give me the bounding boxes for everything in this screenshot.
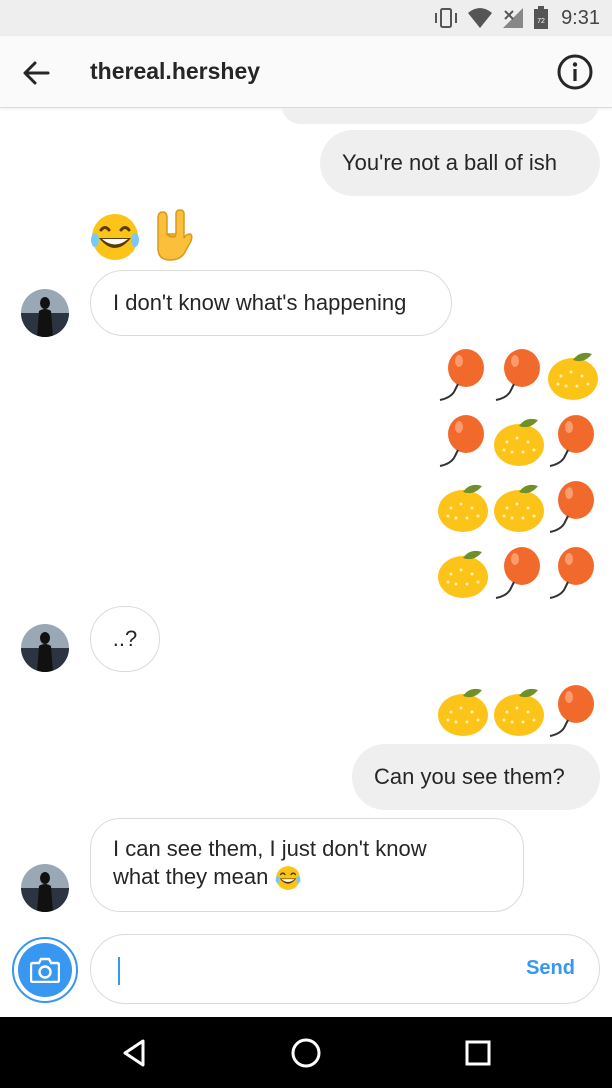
message-bubble-partial [282, 108, 598, 124]
rock-on-hand-emoji [157, 209, 193, 261]
balloon-emoji [549, 415, 594, 467]
message-bubble-sent[interactable]: You're not a ball of ish [320, 130, 600, 196]
avatar-image [21, 864, 69, 912]
balloon-emoji [439, 349, 484, 401]
balloon-emoji [495, 349, 540, 401]
camera-icon [30, 957, 60, 983]
signal-icon [503, 8, 524, 28]
battery-icon: 72 [534, 6, 549, 29]
avatar[interactable] [21, 864, 69, 912]
laughing-face-emoji [275, 866, 301, 890]
message-composer: Send [0, 923, 612, 1017]
status-time: 9:31 [561, 6, 600, 29]
balloon-emoji [495, 547, 540, 599]
emoji-row-message[interactable] [436, 684, 602, 740]
message-thread[interactable]: You're not a ball of ish I don't know wh… [0, 108, 612, 923]
wifi-icon [468, 8, 493, 28]
status-icons: 72 9:31 [433, 0, 600, 36]
tangerine-emoji [548, 352, 598, 400]
tangerine-emoji [438, 484, 488, 532]
balloon-emoji [439, 415, 484, 467]
send-button[interactable]: Send [526, 957, 575, 980]
status-bar: 72 9:31 [0, 0, 612, 36]
camera-button-inner [18, 943, 72, 997]
avatar[interactable] [21, 289, 69, 337]
emoji-grid-message[interactable] [436, 348, 602, 604]
nav-recents-button[interactable] [460, 1035, 496, 1071]
arrow-left-icon [23, 61, 50, 85]
tangerine-emoji [438, 550, 488, 598]
message-text: ..? [112, 626, 138, 651]
avatar-image [21, 624, 69, 672]
avatar-image [21, 289, 69, 337]
info-icon [557, 54, 593, 90]
message-input-box[interactable]: Send [90, 934, 600, 1004]
back-button[interactable] [18, 55, 54, 91]
circle-home-icon [291, 1038, 321, 1068]
triangle-back-icon [123, 1039, 145, 1067]
message-text-line-2: what they mean [113, 863, 501, 891]
chat-username[interactable]: thereal.hershey [90, 58, 260, 85]
tangerine-emoji [494, 484, 544, 532]
message-text-line: I can see them, I just don't know [113, 836, 427, 861]
chat-header: thereal.hershey [0, 36, 612, 108]
message-input[interactable] [115, 953, 515, 987]
tangerine-emoji [494, 418, 544, 466]
info-button[interactable] [556, 53, 594, 91]
square-recents-icon [465, 1040, 491, 1066]
message-bubble-sent[interactable]: Can you see them? [352, 744, 600, 810]
text-cursor [118, 957, 120, 985]
tangerine-emoji [494, 688, 544, 736]
tangerine-emoji [438, 688, 488, 736]
balloon-emoji [549, 481, 594, 533]
laughing-face-emoji [91, 214, 139, 260]
camera-button[interactable] [12, 937, 78, 1003]
message-bubble-received[interactable]: I can see them, I just don't know what t… [90, 818, 524, 912]
android-nav-bar [0, 1017, 612, 1088]
message-text: what they mean [113, 864, 269, 889]
message-text: You're not a ball of ish [342, 150, 557, 175]
message-text: I don't know what's happening [113, 290, 407, 315]
message-bubble-received[interactable]: I don't know what's happening [90, 270, 452, 336]
balloon-emoji [549, 547, 594, 599]
nav-home-button[interactable] [288, 1035, 324, 1071]
nav-back-button[interactable] [117, 1035, 153, 1071]
balloon-emoji [549, 685, 594, 737]
vibrate-icon [435, 8, 458, 28]
avatar[interactable] [21, 624, 69, 672]
battery-level: 72 [537, 18, 545, 25]
message-text: Can you see them? [374, 764, 565, 789]
message-bubble-received[interactable]: ..? [90, 606, 160, 672]
